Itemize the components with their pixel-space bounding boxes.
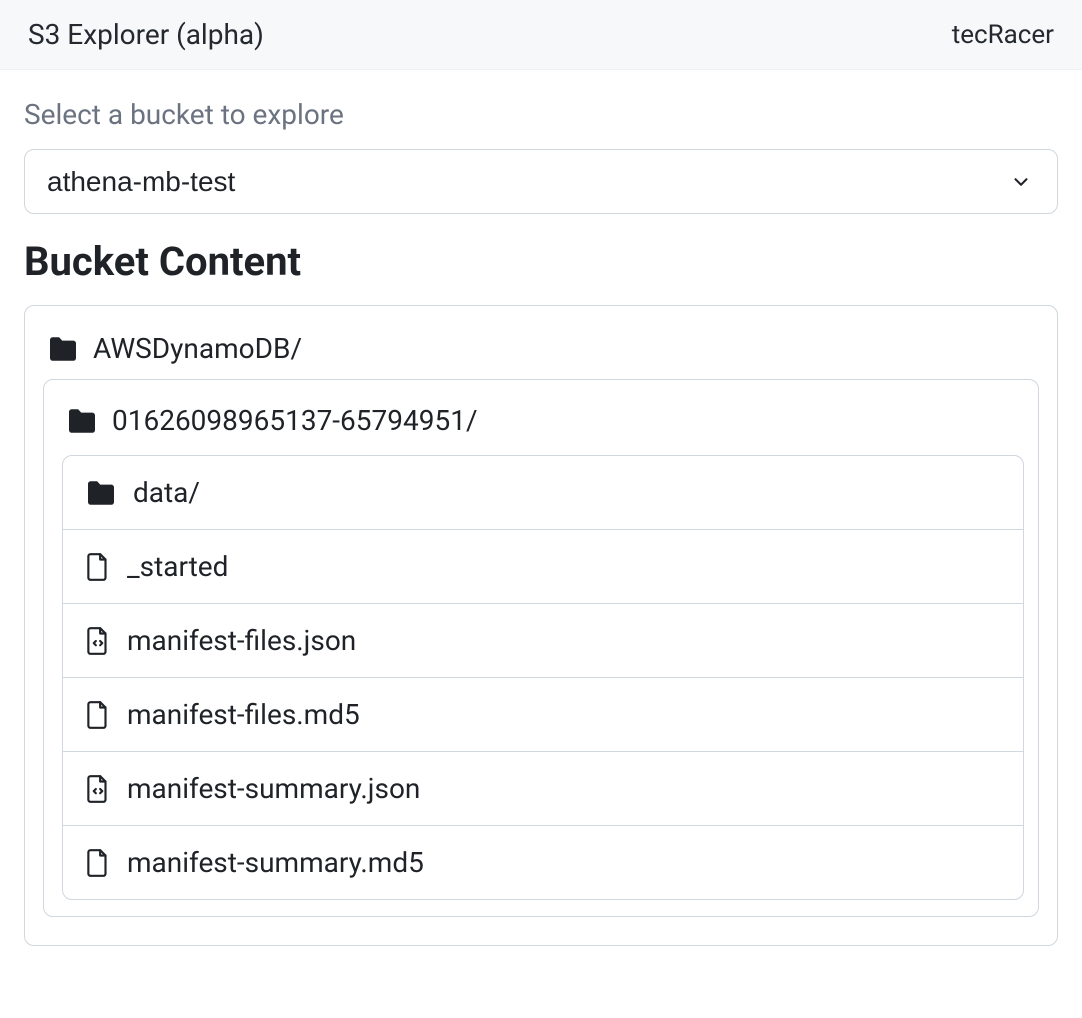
list-item[interactable]: manifest-files.md5 — [63, 677, 1023, 751]
file-icon — [85, 848, 111, 878]
list-item-label: data/ — [133, 476, 200, 509]
list-item[interactable]: manifest-summary.json — [63, 751, 1023, 825]
main-container: Select a bucket to explore athena-mb-tes… — [0, 70, 1082, 946]
list-item-label: manifest-summary.json — [127, 772, 420, 805]
brand-label: tecRacer — [952, 20, 1054, 50]
tree-child-box: 01626098965137-65794951/ data/ _started — [43, 379, 1039, 917]
app-title: S3 Explorer (alpha) — [28, 18, 264, 51]
tree-node-root-label: AWSDynamoDB/ — [93, 332, 302, 365]
file-list: data/ _started manifest-files.json — [62, 455, 1024, 900]
tree-node-sub[interactable]: 01626098965137-65794951/ — [62, 394, 1024, 455]
folder-icon — [47, 336, 79, 362]
folder-icon — [66, 408, 98, 434]
bucket-select-label: Select a bucket to explore — [24, 98, 1058, 131]
list-item-label: _started — [127, 550, 228, 583]
list-item[interactable]: data/ — [63, 456, 1023, 529]
list-item-label: manifest-files.md5 — [127, 698, 360, 731]
list-item[interactable]: manifest-files.json — [63, 603, 1023, 677]
file-icon — [85, 700, 111, 730]
folder-icon — [85, 480, 117, 506]
app-header: S3 Explorer (alpha) tecRacer — [0, 0, 1082, 70]
file-icon — [85, 552, 111, 582]
list-item-label: manifest-files.json — [127, 624, 356, 657]
tree-node-root[interactable]: AWSDynamoDB/ — [43, 324, 1039, 379]
list-item[interactable]: _started — [63, 529, 1023, 603]
code-file-icon — [85, 626, 111, 656]
list-item[interactable]: manifest-summary.md5 — [63, 825, 1023, 899]
section-title: Bucket Content — [24, 238, 1058, 285]
bucket-select[interactable]: athena-mb-test — [24, 149, 1058, 214]
bucket-select-wrap: athena-mb-test — [24, 149, 1058, 214]
list-item-label: manifest-summary.md5 — [127, 846, 424, 879]
tree-node-sub-label: 01626098965137-65794951/ — [112, 404, 478, 437]
code-file-icon — [85, 774, 111, 804]
bucket-content-box: AWSDynamoDB/ 01626098965137-65794951/ da… — [24, 305, 1058, 946]
